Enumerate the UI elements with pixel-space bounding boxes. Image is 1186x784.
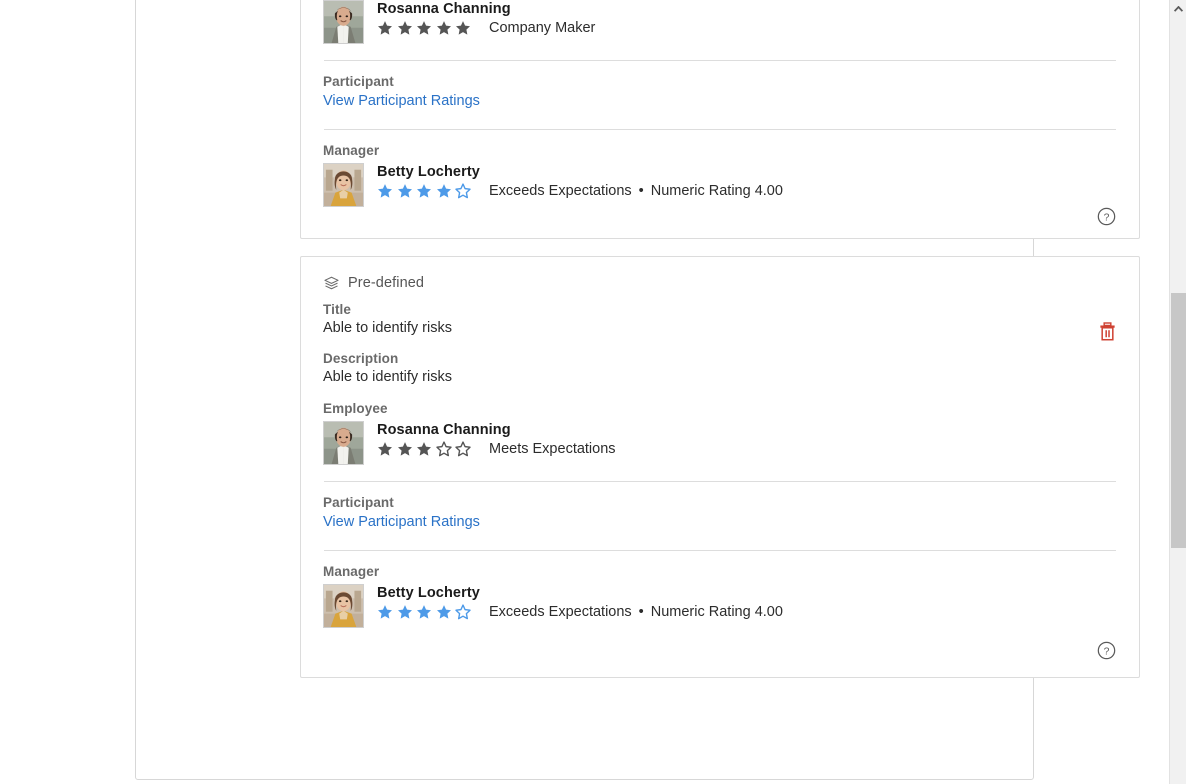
participant-section: Participant View Participant Ratings bbox=[323, 482, 1117, 531]
view-participant-ratings-link[interactable]: View Participant Ratings bbox=[323, 93, 480, 109]
avatar bbox=[323, 0, 364, 44]
manager-star-rating[interactable] bbox=[377, 604, 471, 620]
star-1[interactable] bbox=[377, 604, 393, 620]
employee-meta: Rosanna Channing Company Maker bbox=[377, 0, 595, 36]
manager-label: Manager bbox=[323, 564, 380, 579]
employee-star-rating[interactable] bbox=[377, 441, 471, 457]
star-3[interactable] bbox=[416, 20, 432, 36]
manager-rating-label: Exceeds Expectations bbox=[489, 604, 632, 620]
title-value: Able to identify risks bbox=[323, 320, 452, 336]
star-3[interactable] bbox=[416, 183, 432, 199]
employee-person-row: Rosanna Channing Company Maker bbox=[323, 0, 1117, 44]
star-4[interactable] bbox=[436, 183, 452, 199]
star-3[interactable] bbox=[416, 604, 432, 620]
trash-icon[interactable] bbox=[1098, 322, 1117, 343]
svg-text:?: ? bbox=[1104, 212, 1110, 223]
employee-section: Employee bbox=[323, 0, 1117, 44]
employee-person-row: Rosanna Channing Meets Expectations bbox=[323, 421, 1117, 465]
chevron-up-icon bbox=[1174, 5, 1183, 12]
manager-meta: Betty Locherty Exceeds Expectations • Nume… bbox=[377, 584, 783, 620]
employee-rating-line: Company Maker bbox=[377, 20, 595, 36]
star-2[interactable] bbox=[397, 20, 413, 36]
star-4[interactable] bbox=[436, 604, 452, 620]
avatar bbox=[323, 421, 364, 465]
vertical-scrollbar[interactable] bbox=[1169, 0, 1186, 784]
manager-rating-text: Exceeds Expectations • Numeric Rating 4.00 bbox=[489, 183, 783, 199]
rating-separator: • bbox=[638, 604, 644, 620]
manager-name: Betty Locherty bbox=[377, 164, 480, 180]
participant-section: Participant View Participant Ratings bbox=[323, 61, 1117, 110]
star-4[interactable] bbox=[435, 441, 452, 457]
manager-star-rating[interactable] bbox=[377, 183, 471, 199]
employee-rating-text: Meets Expectations bbox=[489, 441, 616, 457]
rating-separator: • bbox=[638, 183, 644, 199]
title-label: Title bbox=[323, 302, 352, 317]
employee-label: Employee bbox=[323, 401, 388, 416]
manager-section: Manager Betty Locherty Exceeds Expectati… bbox=[323, 551, 1117, 628]
description-label: Description bbox=[323, 351, 399, 366]
layers-icon bbox=[324, 276, 339, 291]
employee-rating-text: Company Maker bbox=[489, 20, 596, 36]
scroll-up-button[interactable] bbox=[1170, 0, 1186, 17]
description-field: Description Able to identify risks bbox=[323, 336, 1117, 385]
star-2[interactable] bbox=[397, 441, 413, 457]
star-2[interactable] bbox=[397, 183, 413, 199]
manager-rating-line: Exceeds Expectations • Numeric Rating 4.00 bbox=[377, 183, 783, 199]
numeric-rating-value: 4.00 bbox=[754, 183, 783, 199]
numeric-rating-label: Numeric Rating bbox=[650, 183, 751, 199]
view-participant-ratings-link[interactable]: View Participant Ratings bbox=[323, 514, 480, 530]
manager-name: Betty Locherty bbox=[377, 585, 480, 601]
scrollbar-thumb[interactable] bbox=[1171, 293, 1186, 548]
manager-meta: Betty Locherty Exceeds Expectations • Nume… bbox=[377, 163, 783, 199]
employee-rating-line: Meets Expectations bbox=[377, 441, 616, 457]
predefined-header: Pre-defined bbox=[323, 257, 1117, 291]
description-value: Able to identify risks bbox=[323, 369, 452, 385]
manager-rating-label: Exceeds Expectations bbox=[489, 183, 632, 199]
employee-meta: Rosanna Channing Meets Expectations bbox=[377, 421, 616, 457]
star-1[interactable] bbox=[377, 183, 393, 199]
question-circle-icon[interactable]: ? bbox=[1097, 207, 1116, 226]
star-4[interactable] bbox=[436, 20, 452, 36]
title-field: Title Able to identify risks bbox=[323, 291, 1117, 336]
manager-rating-text: Exceeds Expectations • Numeric Rating 4.00 bbox=[489, 604, 783, 620]
review-panel: Employee bbox=[135, 0, 1140, 780]
employee-name: Rosanna Channing bbox=[377, 422, 511, 438]
goal-card: Pre-defined Title Able to identify risks… bbox=[300, 256, 1140, 678]
star-1[interactable] bbox=[377, 20, 393, 36]
numeric-rating-value: 4.00 bbox=[754, 604, 783, 620]
employee-section: Employee bbox=[323, 385, 1117, 465]
star-5[interactable] bbox=[455, 183, 471, 199]
manager-rating-line: Exceeds Expectations • Numeric Rating 4.00 bbox=[377, 604, 783, 620]
participant-label: Participant bbox=[323, 495, 394, 510]
predefined-label: Pre-defined bbox=[348, 275, 425, 291]
star-5[interactable] bbox=[455, 604, 471, 620]
goal-card: Employee bbox=[300, 0, 1140, 239]
numeric-rating-label: Numeric Rating bbox=[650, 604, 751, 620]
star-5[interactable] bbox=[455, 20, 471, 36]
star-5[interactable] bbox=[455, 441, 471, 457]
employee-star-rating[interactable] bbox=[377, 20, 471, 36]
avatar bbox=[323, 163, 364, 207]
star-1[interactable] bbox=[377, 441, 393, 457]
app-root: Employee bbox=[0, 0, 1186, 784]
manager-person-row: Betty Locherty Exceeds Expectations • Nume… bbox=[323, 584, 1117, 628]
participant-label: Participant bbox=[323, 74, 394, 89]
manager-section: Manager Betty Locherty Exceeds Expectati… bbox=[323, 130, 1117, 207]
star-3[interactable] bbox=[416, 441, 432, 457]
svg-text:?: ? bbox=[1104, 646, 1110, 657]
manager-person-row: Betty Locherty Exceeds Expectations • Nume… bbox=[323, 163, 1117, 207]
avatar bbox=[323, 584, 364, 628]
manager-label: Manager bbox=[323, 143, 380, 158]
question-circle-icon[interactable]: ? bbox=[1097, 641, 1116, 660]
employee-name: Rosanna Channing bbox=[377, 1, 511, 17]
star-2[interactable] bbox=[397, 604, 413, 620]
